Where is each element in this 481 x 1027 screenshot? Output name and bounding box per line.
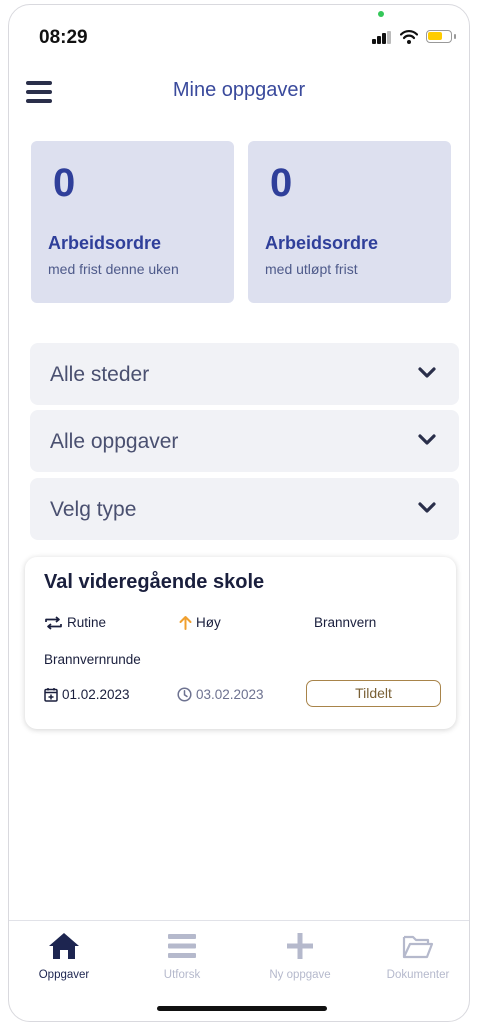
type-filter-dropdown[interactable]: Velg type [30,478,459,540]
plus-icon [287,933,313,959]
home-icon [49,933,79,959]
chevron-down-icon [418,434,436,445]
stat-label: Arbeidsordre [48,233,162,253]
task-status-badge: Tildelt [306,680,441,707]
nav-label: Ny oppgave [269,969,331,981]
nav-divider [9,920,469,921]
location-filter-dropdown[interactable]: Alle steder [30,343,459,405]
arrow-up-icon [179,616,192,630]
camera-indicator-icon [378,11,384,17]
stat-value: 0 [270,161,293,205]
task-start-date-value: 01.02.2023 [62,687,130,702]
home-indicator[interactable] [157,1006,327,1011]
chevron-down-icon [418,502,436,513]
task-due-date-value: 03.02.2023 [196,687,264,702]
task-priority: Høy [179,615,221,630]
dropdown-label: Alle steder [50,363,150,386]
stat-sublabel: med utløpt frist [265,261,358,277]
task-filter-dropdown[interactable]: Alle oppgaver [30,410,459,472]
stat-card-due-this-week[interactable]: 0 Arbeidsordre med frist denne uken [31,141,234,303]
dropdown-label: Velg type [50,498,137,521]
stat-sublabel: med frist denne uken [48,261,179,277]
nav-tab-oppgaver[interactable]: Oppgaver [19,931,109,981]
chevron-down-icon [418,367,436,378]
wifi-icon [400,30,418,44]
task-title: Val videregående skole [44,571,265,593]
folder-icon [402,935,434,959]
status-bar: 08:29 [9,5,469,61]
repeat-icon [45,615,62,630]
stat-label: Arbeidsordre [265,233,379,253]
app-screen: 08:29 Mine oppgaver 0 Arbeidsordre med f… [8,4,470,1022]
task-frequency-label: Rutine [67,615,107,630]
nav-label: Oppgaver [38,969,90,981]
dropdown-label: Alle oppgaver [50,430,179,453]
nav-tab-dokumenter[interactable]: Dokumenter [373,931,463,981]
nav-tab-utforsk[interactable]: Utforsk [137,931,227,981]
stat-value: 0 [53,161,76,205]
nav-label: Dokumenter [386,969,450,981]
task-frequency: Rutine [44,615,106,630]
nav-tab-ny-oppgave[interactable]: Ny oppgave [255,931,345,981]
task-category-label: Brannvern [314,615,377,630]
page-title: Mine oppgaver [172,79,306,101]
nav-label: Utforsk [163,969,201,981]
list-icon [168,934,196,958]
task-priority-label: Høy [196,615,221,630]
battery-icon [426,30,456,43]
task-type-label: Brannvernrunde [44,652,141,667]
task-type: Brannvernrunde [44,652,141,667]
task-start-date: 01.02.2023 [44,687,130,702]
task-due-date: 03.02.2023 [177,687,264,702]
stat-card-overdue[interactable]: 0 Arbeidsordre med utløpt frist [248,141,451,303]
status-time: 08:29 [39,27,88,48]
clock-icon [177,687,192,702]
cellular-signal-icon [372,31,392,44]
task-card[interactable]: Val videregående skole Rutine Høy Brannv… [25,557,456,729]
calendar-plus-icon [44,688,58,702]
task-category: Brannvern [314,615,376,630]
